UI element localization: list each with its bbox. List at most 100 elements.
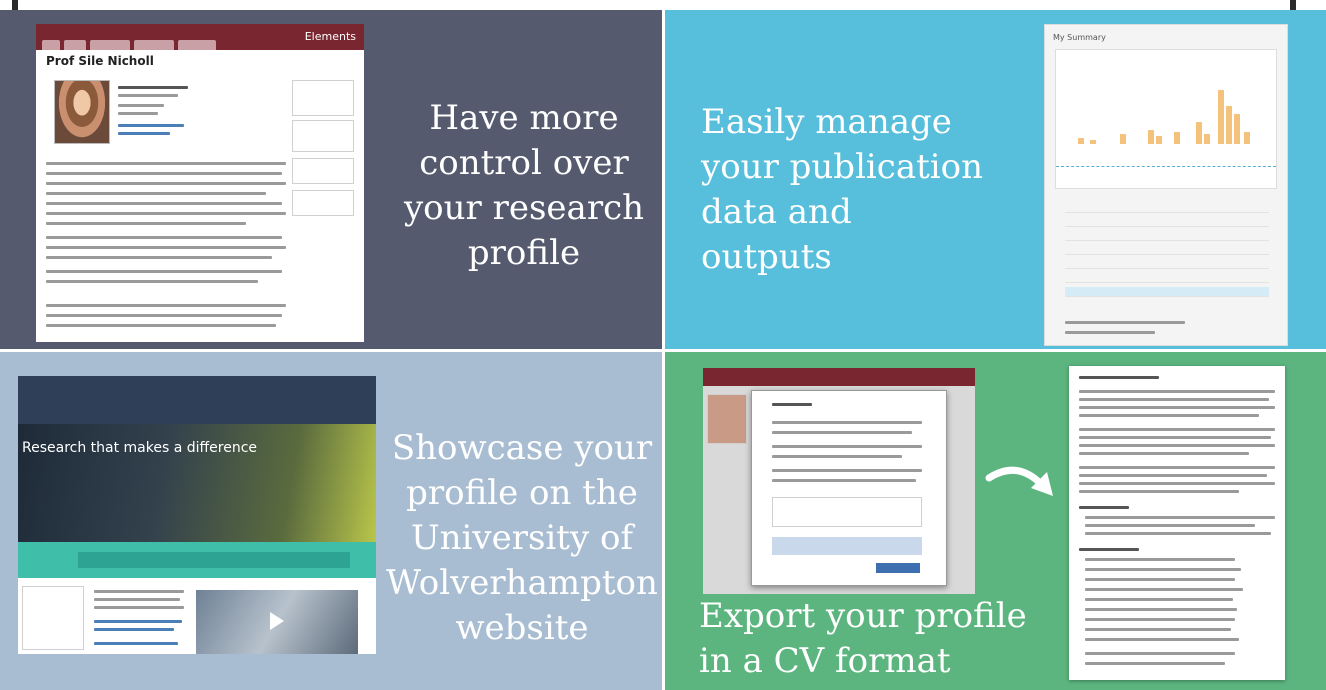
hero-headline: Research that makes a difference (22, 440, 258, 456)
caption-line: profile on the (406, 473, 638, 513)
caption-line: University of (410, 518, 634, 558)
list-row (1065, 203, 1269, 213)
caption-showcase: Showcase your profile on the University … (382, 426, 662, 651)
text-line (1085, 524, 1255, 527)
side-card (292, 158, 354, 184)
panel-manage-publications: Easily manage your publication data and … (665, 10, 1326, 349)
text-line (46, 202, 282, 205)
caption-line: your publication (701, 147, 984, 187)
text-line (46, 246, 286, 249)
profile-photo (54, 80, 110, 144)
text-line (118, 112, 158, 115)
text-line (118, 86, 188, 89)
text-line (1079, 398, 1269, 401)
caption-line: Have more (429, 98, 619, 138)
chart-bar (1156, 136, 1162, 144)
text-line (94, 590, 184, 593)
caption-line: Export your profile (699, 596, 1027, 636)
summary-title: My Summary (1053, 33, 1106, 42)
text-line (1079, 474, 1267, 477)
text-line (1079, 390, 1275, 393)
text-line (1085, 662, 1225, 665)
side-card (292, 120, 354, 152)
summary-screenshot: My Summary (1044, 24, 1288, 346)
list-row (1065, 245, 1269, 255)
panel-export-cv: Export your profile in a CV format (665, 352, 1326, 690)
text-line (1085, 516, 1275, 519)
chart-bar (1218, 90, 1224, 144)
text-line (46, 314, 282, 317)
frame-edge-left (12, 0, 18, 10)
site-search-bar (78, 552, 350, 568)
caption-line: Easily manage (701, 102, 952, 142)
chart-bar (1174, 132, 1180, 144)
text-line (1085, 568, 1241, 571)
chart-bar (1090, 140, 1096, 144)
text-line (46, 222, 246, 225)
text-line (94, 606, 184, 609)
text-line (1085, 608, 1237, 611)
dashed-divider (1056, 166, 1276, 167)
text-line (772, 455, 902, 458)
text-line (46, 182, 286, 185)
text-line (1085, 652, 1235, 655)
list-row (1065, 273, 1269, 283)
text-line (118, 94, 178, 97)
side-card (292, 80, 354, 116)
text-line (1079, 466, 1275, 469)
nav-tab (42, 40, 60, 50)
caption-line: Showcase your (391, 428, 653, 468)
nav-tab (134, 40, 174, 50)
site-header (18, 376, 376, 424)
website-screenshot: Research that makes a difference (18, 376, 376, 654)
play-icon (270, 612, 284, 630)
text-line (1085, 638, 1239, 641)
text-line (1079, 506, 1129, 509)
text-line (46, 280, 258, 283)
text-line (1079, 406, 1275, 409)
chart-bar (1234, 114, 1240, 144)
caption-export: Export your profile in a CV format (699, 594, 1039, 684)
export-dialog-screenshot (703, 368, 975, 594)
caption-line: in a CV format (699, 641, 951, 681)
text-line (46, 324, 276, 327)
profile-photo (707, 394, 747, 444)
curved-arrow-icon (985, 466, 1053, 496)
text-line (1079, 452, 1249, 455)
caption-manage: Easily manage your publication data and … (701, 100, 1031, 280)
text-line (772, 421, 922, 424)
text-line (772, 469, 922, 472)
caption-line: your research (403, 188, 645, 228)
text-line (46, 172, 282, 175)
nav-tab (178, 40, 216, 50)
caption-line: Wolverhampton (386, 563, 658, 603)
text-line (46, 162, 286, 165)
app-topbar (703, 368, 975, 386)
nav-tab (64, 40, 86, 50)
chart-bar (1226, 106, 1232, 144)
text-line (1085, 532, 1271, 535)
nav-tab (90, 40, 130, 50)
text-line (1079, 436, 1271, 439)
caption-line: control over (419, 143, 629, 183)
text-line (94, 620, 182, 623)
export-button (876, 563, 920, 573)
text-line (46, 212, 286, 215)
text-line (118, 124, 184, 127)
app-brand: Elements (304, 30, 356, 43)
text-line (1085, 598, 1233, 601)
text-line (1085, 558, 1235, 561)
text-line (94, 598, 180, 601)
panel-showcase-website: Research that makes a difference Showcas… (0, 352, 662, 690)
text-line (94, 642, 178, 645)
publications-chart-card (1055, 49, 1277, 189)
profile-name: Prof Sile Nicholl (46, 54, 154, 68)
format-selector (772, 537, 922, 555)
text-line (1065, 331, 1155, 334)
side-card (292, 190, 354, 216)
frame-edge-right (1290, 0, 1296, 10)
text-line (94, 628, 174, 631)
list-row (1065, 259, 1269, 269)
cv-document-preview (1069, 366, 1285, 680)
text-line (1079, 428, 1275, 431)
